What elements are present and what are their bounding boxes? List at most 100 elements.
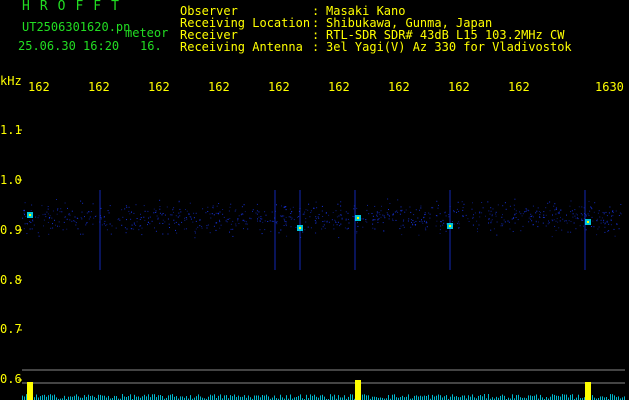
power-bar: [502, 394, 503, 400]
noise-pixel: [540, 212, 541, 214]
noise-pixel: [237, 218, 239, 220]
noise-pixel: [289, 208, 291, 210]
noise-pixel: [549, 201, 551, 203]
noise-pixel: [548, 222, 550, 224]
noise-pixel: [290, 226, 292, 228]
noise-pixel: [356, 231, 358, 233]
noise-pixel: [54, 219, 55, 221]
noise-pixel: [553, 205, 555, 207]
noise-pixel: [22, 217, 24, 219]
noise-pixel: [492, 208, 494, 210]
noise-pixel: [352, 215, 354, 217]
power-bar: [572, 394, 573, 400]
noise-pixel: [529, 216, 531, 217]
power-bar: [108, 395, 109, 400]
noise-pixel: [392, 220, 394, 221]
power-bar: [554, 394, 555, 400]
power-bar: [220, 394, 221, 400]
noise-pixel: [194, 237, 196, 239]
power-bar: [518, 394, 519, 400]
noise-pixel: [538, 211, 540, 212]
noise-pixel: [169, 227, 170, 228]
noise-pixel: [257, 220, 258, 222]
noise-pixel: [568, 220, 570, 222]
noise-pixel: [133, 228, 135, 230]
noise-pixel: [424, 214, 426, 216]
noise-pixel: [259, 229, 261, 231]
x-tick-label: 162: [208, 80, 230, 94]
noise-pixel: [292, 206, 294, 208]
noise-pixel: [558, 211, 560, 213]
noise-pixel: [551, 236, 553, 238]
noise-pixel: [75, 222, 77, 224]
noise-pixel: [569, 205, 571, 207]
noise-pixel: [332, 212, 334, 213]
power-bar: [298, 395, 299, 400]
noise-pixel: [226, 218, 228, 220]
x-tick-label: 162: [448, 80, 470, 94]
noise-pixel: [512, 231, 514, 232]
noise-pixel: [128, 206, 130, 208]
noise-pixel: [402, 220, 404, 222]
noise-pixel: [425, 229, 427, 231]
noise-pixel: [338, 237, 340, 239]
noise-pixel: [479, 212, 481, 214]
noise-pixel: [386, 212, 388, 214]
noise-pixel: [376, 214, 378, 216]
noise-pixel: [167, 233, 169, 235]
noise-pixel: [397, 199, 399, 201]
noise-pixel: [531, 215, 533, 217]
noise-pixel: [581, 214, 583, 216]
noise-pixel: [565, 220, 567, 222]
noise-pixel: [552, 214, 553, 216]
noise-pixel: [588, 200, 590, 202]
noise-pixel: [347, 218, 349, 220]
noise-pixel: [69, 219, 71, 221]
noise-pixel: [222, 209, 224, 210]
noise-pixel: [403, 226, 405, 228]
power-bar: [364, 394, 365, 400]
noise-pixel: [405, 209, 407, 211]
noise-pixel: [321, 228, 323, 230]
noise-pixel: [467, 218, 469, 220]
power-bar: [350, 394, 351, 400]
noise-pixel: [184, 219, 186, 221]
noise-pixel: [396, 210, 398, 212]
noise-pixel: [84, 216, 85, 218]
noise-pixel: [387, 213, 389, 215]
noise-pixel: [48, 233, 50, 235]
noise-pixel: [52, 210, 54, 212]
noise-pixel: [159, 208, 161, 210]
noise-pixel: [387, 198, 389, 200]
x-tick-label: 162: [88, 80, 110, 94]
noise-pixel: [585, 215, 587, 217]
noise-pixel: [456, 208, 458, 210]
noise-pixel: [420, 207, 422, 209]
noise-pixel: [175, 215, 177, 217]
noise-pixel: [195, 220, 197, 222]
noise-pixel: [282, 215, 284, 217]
noise-pixel: [50, 227, 52, 229]
power-bar: [180, 396, 181, 400]
noise-pixel: [339, 214, 341, 216]
noise-pixel: [155, 230, 157, 232]
power-bar: [114, 395, 115, 400]
noise-pixel: [549, 210, 551, 212]
noise-pixel: [267, 221, 269, 222]
power-bar: [170, 394, 171, 400]
noise-pixel: [35, 216, 37, 218]
power-bar: [84, 395, 85, 400]
noise-pixel: [408, 218, 410, 220]
noise-pixel: [587, 213, 589, 215]
noise-pixel: [197, 226, 199, 228]
power-bar: [148, 394, 149, 400]
noise-pixel: [47, 213, 49, 215]
noise-pixel: [347, 212, 349, 214]
noise-pixel: [252, 210, 253, 212]
noise-pixel: [559, 220, 561, 222]
noise-pixel: [315, 232, 317, 234]
noise-pixel: [270, 230, 272, 232]
noise-pixel: [215, 212, 217, 214]
noise-pixel: [190, 218, 192, 220]
noise-pixel: [535, 220, 537, 222]
